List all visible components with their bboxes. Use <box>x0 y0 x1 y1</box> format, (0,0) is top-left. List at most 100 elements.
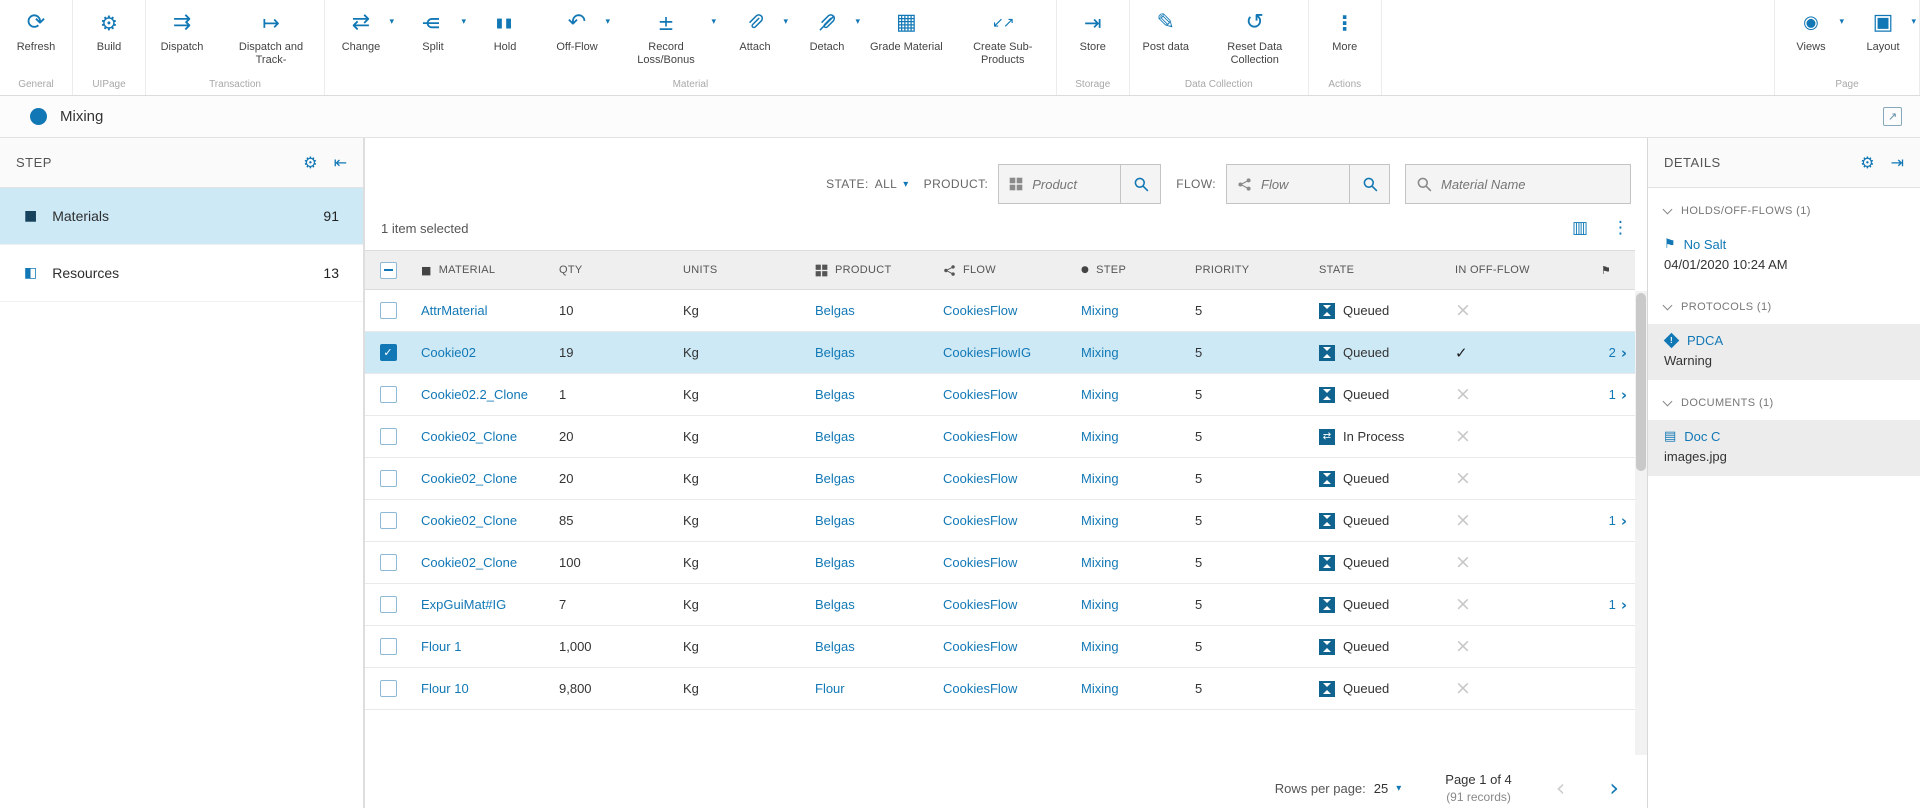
ribbon-button-refresh[interactable]: ⟳Refresh <box>0 0 72 75</box>
details-item[interactable]: ⚑No Salt04/01/2020 10:24 AM <box>1648 228 1920 284</box>
sidebar-item-resources[interactable]: ◧Resources13 <box>0 245 363 302</box>
state-filter-dropdown[interactable]: STATE: ALL ▾ <box>826 177 909 191</box>
related-count-link[interactable]: 2› <box>1609 344 1627 362</box>
flow-link[interactable]: CookiesFlow <box>943 387 1017 402</box>
table-row[interactable]: Cookie02.2_Clone1KgBelgasCookiesFlowMixi… <box>365 374 1635 416</box>
column-header-priority[interactable]: PRIORITY <box>1185 251 1309 289</box>
column-header-product[interactable]: PRODUCT <box>805 251 933 289</box>
ribbon-button-attach[interactable]: ▾Attach <box>719 0 791 75</box>
row-checkbox[interactable] <box>380 302 397 319</box>
column-chooser-icon[interactable]: ▥ <box>1572 218 1588 238</box>
next-page-button[interactable]: › <box>1609 774 1619 802</box>
row-checkbox[interactable] <box>380 554 397 571</box>
row-checkbox[interactable] <box>380 596 397 613</box>
flow-search-button[interactable] <box>1349 165 1389 203</box>
scrollbar-thumb[interactable] <box>1636 293 1646 471</box>
material-link[interactable]: Cookie02_Clone <box>421 429 517 444</box>
table-scrollbar[interactable] <box>1635 291 1647 755</box>
row-checkbox[interactable] <box>380 512 397 529</box>
flow-link[interactable]: CookiesFlow <box>943 471 1017 486</box>
flow-link[interactable]: CookiesFlow <box>943 639 1017 654</box>
details-section-header-holds[interactable]: HOLDS/OFF-FLOWS (1) <box>1648 188 1920 228</box>
product-search-button[interactable] <box>1120 165 1160 203</box>
flow-link[interactable]: CookiesFlow <box>943 513 1017 528</box>
step-link[interactable]: Mixing <box>1081 345 1119 360</box>
table-row[interactable]: AttrMaterial10KgBelgasCookiesFlowMixing5… <box>365 290 1635 332</box>
ribbon-button-create-sub-products[interactable]: ↙↗Create Sub-Products <box>950 0 1056 75</box>
material-link[interactable]: Cookie02_Clone <box>421 471 517 486</box>
product-link[interactable]: Flour <box>815 681 845 696</box>
related-count-link[interactable]: 1› <box>1609 512 1627 530</box>
ribbon-button-store[interactable]: ⇥Store <box>1057 0 1129 75</box>
table-row[interactable]: ExpGuiMat#IG7KgBelgasCookiesFlowMixing5Q… <box>365 584 1635 626</box>
material-link[interactable]: Cookie02 <box>421 345 476 360</box>
step-link[interactable]: Mixing <box>1081 555 1119 570</box>
details-item[interactable]: !PDCAWarning <box>1648 324 1920 380</box>
product-link[interactable]: Belgas <box>815 639 855 654</box>
ribbon-button-change[interactable]: ⇄▾Change <box>325 0 397 75</box>
sidebar-item-materials[interactable]: ■Materials91 <box>0 188 363 245</box>
step-link[interactable]: Mixing <box>1081 597 1119 612</box>
table-row[interactable]: Flour 109,800KgFlourCookiesFlowMixing5Qu… <box>365 668 1635 710</box>
product-link[interactable]: Belgas <box>815 597 855 612</box>
ribbon-button-detach[interactable]: ▾Detach <box>791 0 863 75</box>
flow-filter-input[interactable] <box>1259 176 1349 193</box>
row-checkbox[interactable] <box>380 680 397 697</box>
column-header-flow[interactable]: FLOW <box>933 251 1071 289</box>
step-link[interactable]: Mixing <box>1081 429 1119 444</box>
related-count-link[interactable]: 1› <box>1609 596 1627 614</box>
ribbon-button-layout[interactable]: ▣▾Layout <box>1847 0 1919 75</box>
material-link[interactable]: ExpGuiMat#IG <box>421 597 506 612</box>
material-link[interactable]: Flour 10 <box>421 681 469 696</box>
step-link[interactable]: Mixing <box>1081 471 1119 486</box>
step-link[interactable]: Mixing <box>1081 303 1119 318</box>
related-count-link[interactable]: 1› <box>1609 386 1627 404</box>
ribbon-button-reset-data-collection[interactable]: ↺Reset Data Collection <box>1202 0 1308 75</box>
column-header-in-off-flow[interactable]: IN OFF-FLOW <box>1445 251 1575 289</box>
product-filter-input[interactable] <box>1030 176 1120 193</box>
product-link[interactable]: Belgas <box>815 471 855 486</box>
column-header-material[interactable]: ■ MATERIAL <box>411 251 549 289</box>
ribbon-button-dispatch-and-track[interactable]: ↦Dispatch and Track- <box>218 0 324 75</box>
table-row[interactable]: Flour 11,000KgBelgasCookiesFlowMixing5Qu… <box>365 626 1635 668</box>
table-row[interactable]: Cookie02_Clone20KgBelgasCookiesFlowMixin… <box>365 416 1635 458</box>
column-header-holds[interactable]: ⚑ <box>1575 251 1635 289</box>
ribbon-button-build[interactable]: ⚙Build <box>73 0 145 75</box>
flow-link[interactable]: CookiesFlowIG <box>943 345 1031 360</box>
select-all-checkbox[interactable] <box>380 262 397 279</box>
product-link[interactable]: Belgas <box>815 429 855 444</box>
material-link[interactable]: Cookie02.2_Clone <box>421 387 528 402</box>
product-link[interactable]: Belgas <box>815 345 855 360</box>
material-link[interactable]: Flour 1 <box>421 639 461 654</box>
flow-link[interactable]: CookiesFlow <box>943 555 1017 570</box>
step-panel-collapse-icon[interactable]: ⇤ <box>334 153 347 172</box>
column-header-state[interactable]: STATE <box>1309 251 1445 289</box>
open-in-window-icon[interactable]: ↗ <box>1883 107 1902 126</box>
ribbon-button-hold[interactable]: ▮▮Hold <box>469 0 541 75</box>
details-item[interactable]: ▤Doc Cimages.jpg <box>1648 420 1920 476</box>
ribbon-button-record-loss-bonus[interactable]: ±▾Record Loss/Bonus <box>613 0 719 75</box>
ribbon-button-split[interactable]: ⋔▾Split <box>397 0 469 75</box>
column-header-step[interactable]: ● STEP <box>1071 251 1185 289</box>
material-name-search-input[interactable] <box>1439 176 1630 193</box>
ribbon-button-views[interactable]: ◉▾Views <box>1775 0 1847 75</box>
grid-more-actions-icon[interactable]: ⋮ <box>1612 218 1629 238</box>
ribbon-button-off-flow[interactable]: ↶▾Off-Flow <box>541 0 613 75</box>
details-settings-gear-icon[interactable]: ⚙ <box>1860 153 1874 172</box>
step-link[interactable]: Mixing <box>1081 387 1119 402</box>
table-row[interactable]: Cookie02_Clone20KgBelgasCookiesFlowMixin… <box>365 458 1635 500</box>
material-link[interactable]: Cookie02_Clone <box>421 513 517 528</box>
row-checkbox[interactable]: ✓ <box>380 344 397 361</box>
step-link[interactable]: Mixing <box>1081 513 1119 528</box>
step-link[interactable]: Mixing <box>1081 639 1119 654</box>
column-header-qty[interactable]: QTY <box>549 251 673 289</box>
column-header-units[interactable]: UNITS <box>673 251 805 289</box>
product-link[interactable]: Belgas <box>815 303 855 318</box>
details-section-header-documents[interactable]: DOCUMENTS (1) <box>1648 380 1920 420</box>
material-link[interactable]: AttrMaterial <box>421 303 487 318</box>
previous-page-button[interactable]: ‹ <box>1556 774 1566 802</box>
details-section-header-protocols[interactable]: PROTOCOLS (1) <box>1648 284 1920 324</box>
material-link[interactable]: Cookie02_Clone <box>421 555 517 570</box>
step-link[interactable]: Mixing <box>1081 681 1119 696</box>
flow-link[interactable]: CookiesFlow <box>943 429 1017 444</box>
